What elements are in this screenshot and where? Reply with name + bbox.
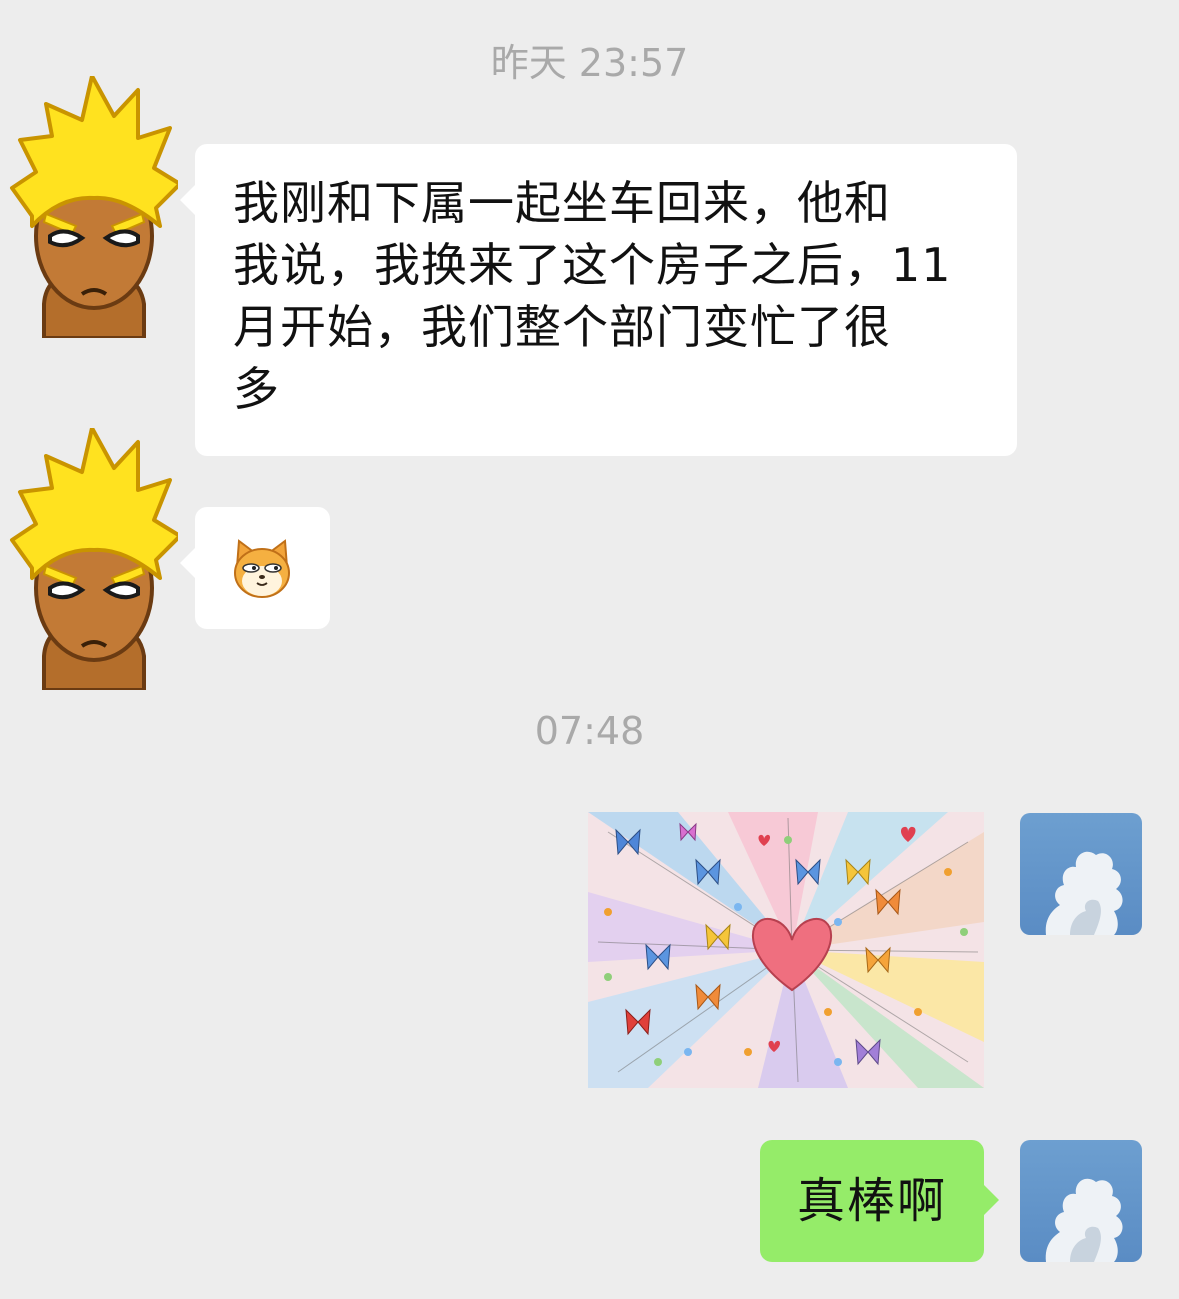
flame-hair-avatar-icon [10, 428, 178, 690]
flame-hair-avatar-icon [10, 76, 178, 338]
cloud-sky-avatar-icon [1020, 813, 1142, 935]
message-text-line: 我刚和下属一起坐车回来，他和 [233, 176, 891, 230]
outgoing-text-bubble[interactable]: 真棒啊 [760, 1140, 999, 1262]
timestamp: 07:48 [534, 709, 645, 753]
outgoing-image-message[interactable] [588, 812, 984, 1088]
cloud-sky-avatar-icon [1020, 1140, 1142, 1262]
message-text-line: 我说，我换来了这个房子之后，11 [233, 238, 952, 292]
contact-avatar[interactable] [6, 428, 178, 690]
incoming-text-bubble[interactable]: 我刚和下属一起坐车回来，他和 我说，我换来了这个房子之后，11 月开始，我们整个… [180, 144, 1017, 456]
incoming-emoji-bubble[interactable] [180, 507, 330, 629]
self-avatar[interactable] [1020, 1140, 1142, 1262]
heart-butterflies-image [588, 812, 984, 1088]
shiba-dog-emoji-icon [234, 539, 290, 598]
message-text-line: 月开始，我们整个部门变忙了很 [233, 300, 891, 354]
message-text: 真棒啊 [796, 1173, 947, 1229]
contact-avatar[interactable] [6, 76, 178, 338]
self-avatar[interactable] [1020, 813, 1142, 935]
message-text-line: 多 [233, 362, 280, 416]
